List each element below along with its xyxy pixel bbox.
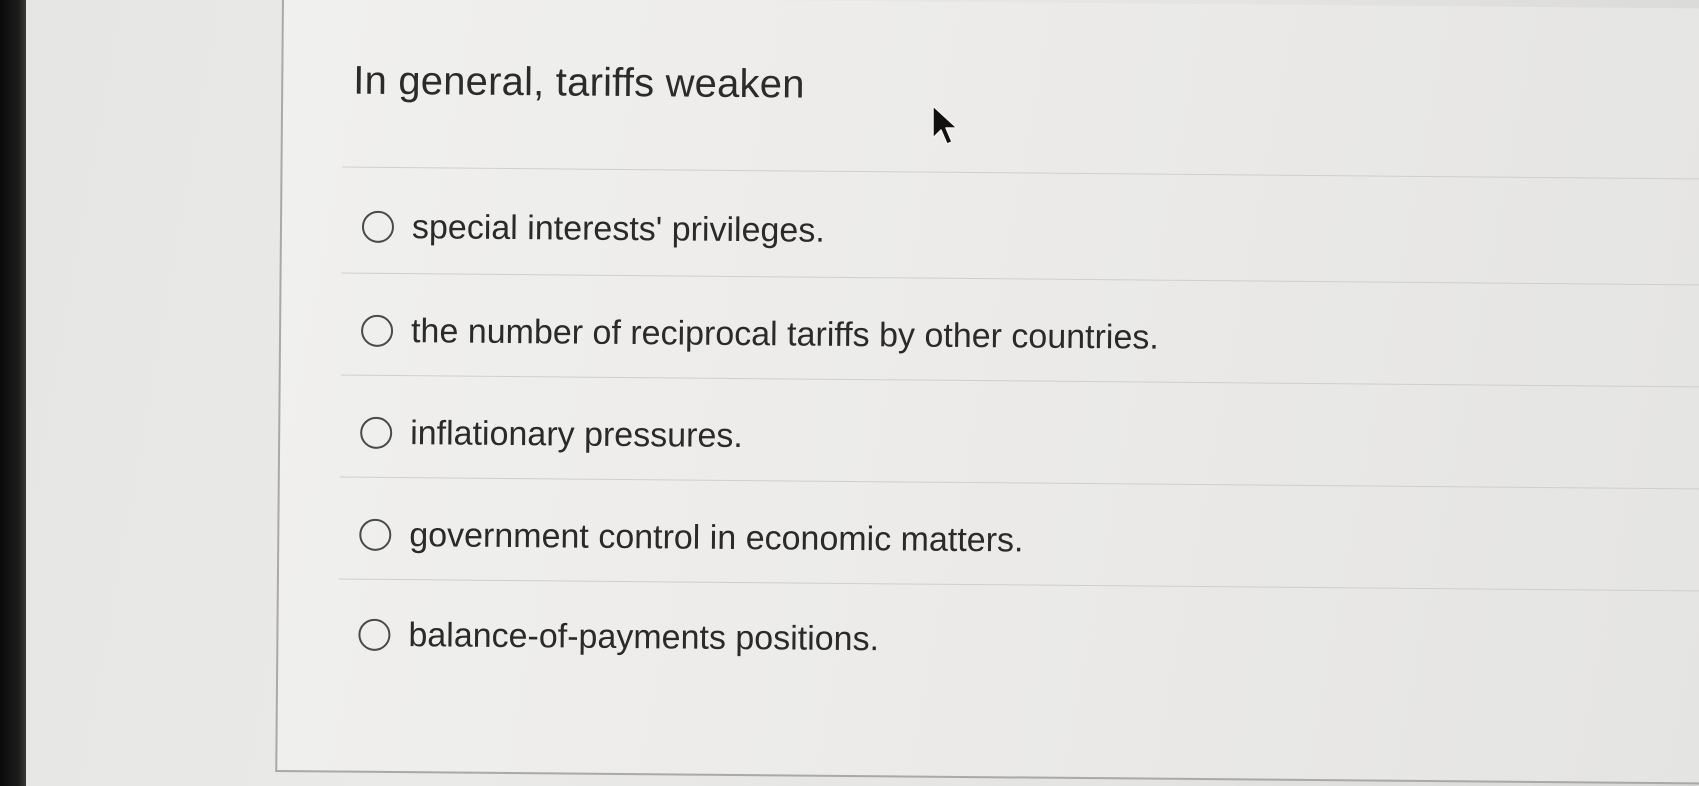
answer-option-label[interactable]: inflationary pressures. <box>410 414 743 456</box>
answer-option-label[interactable]: the number of reciprocal tariffs by othe… <box>411 312 1159 358</box>
radio-unchecked-icon[interactable] <box>360 314 394 347</box>
divider <box>338 578 1699 592</box>
answer-option-label[interactable]: special interests' privileges. <box>412 208 825 251</box>
question-text: In general, tariffs weaken <box>353 58 805 107</box>
divider <box>340 374 1699 388</box>
answer-option-label[interactable]: balance-of-payments positions. <box>408 616 879 659</box>
screen: In general, tariffs weaken special inter… <box>26 0 1699 786</box>
mouse-pointer-arrow-icon <box>932 105 958 145</box>
answer-option-2[interactable]: the number of reciprocal tariffs by othe… <box>360 301 1159 368</box>
divider <box>341 272 1699 286</box>
answer-option-4[interactable]: government control in economic matters. <box>359 505 1024 571</box>
monitor-bezel <box>0 0 26 786</box>
question-panel: In general, tariffs weaken special inter… <box>275 0 1699 785</box>
radio-unchecked-icon[interactable] <box>360 416 393 449</box>
radio-unchecked-icon[interactable] <box>359 518 392 551</box>
answer-option-5[interactable]: balance-of-payments positions. <box>358 605 879 670</box>
divider <box>342 166 1699 180</box>
answer-option-1[interactable]: special interests' privileges. <box>361 197 825 261</box>
radio-unchecked-icon[interactable] <box>361 210 395 243</box>
radio-unchecked-icon[interactable] <box>358 618 391 651</box>
answer-option-label[interactable]: government control in economic matters. <box>409 516 1023 560</box>
answer-option-3[interactable]: inflationary pressures. <box>360 403 743 466</box>
divider <box>339 476 1699 490</box>
